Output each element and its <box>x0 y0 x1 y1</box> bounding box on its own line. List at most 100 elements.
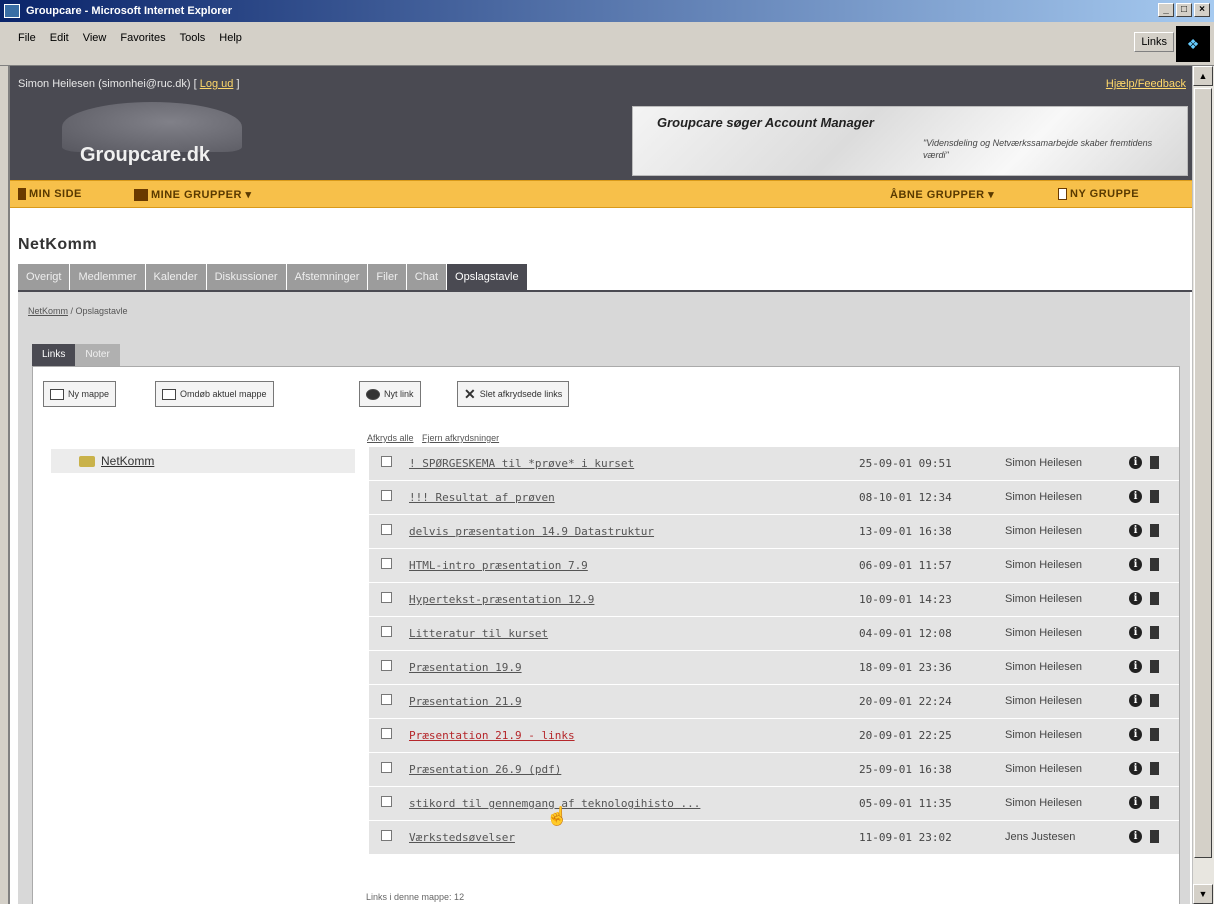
rename-folder-button[interactable]: Omdøb aktuel mappe <box>155 381 274 407</box>
link-title[interactable]: Hypertekst-præsentation 12.9 <box>409 593 594 606</box>
check-all-link[interactable]: Afkryds alle <box>367 433 414 443</box>
trash-icon[interactable] <box>1150 728 1159 741</box>
info-icon[interactable]: i <box>1129 524 1142 537</box>
row-checkbox[interactable] <box>381 558 392 569</box>
vertical-scrollbar[interactable]: ▲ ▼ <box>1192 66 1214 904</box>
link-title[interactable]: delvis præsentation 14.9 Datastruktur <box>409 525 654 538</box>
info-icon[interactable]: i <box>1129 660 1142 673</box>
menu-bar: File Edit View Favorites Tools Help Link… <box>0 22 1214 66</box>
rename-icon <box>162 388 176 400</box>
link-title[interactable]: ! SPØRGESKEMA til *prøve* i kurset <box>409 457 634 470</box>
link-row: Litteratur til kurset 04-09-01 12:08 Simon… <box>369 617 1179 651</box>
link-list: ! SPØRGESKEMA til *prøve* i kurset 25-09-… <box>369 447 1179 855</box>
info-icon[interactable]: i <box>1129 490 1142 503</box>
close-button[interactable]: × <box>1194 3 1210 17</box>
delete-checked-button[interactable]: ✕ Slet afkrydsede links <box>457 381 570 407</box>
menu-help[interactable]: Help <box>219 32 242 44</box>
row-checkbox[interactable] <box>381 456 392 467</box>
trash-icon[interactable] <box>1150 796 1159 809</box>
link-title[interactable]: Præsentation 26.9 (pdf) <box>409 763 561 776</box>
tab-chat[interactable]: Chat <box>406 264 448 290</box>
menu-favorites[interactable]: Favorites <box>120 32 165 44</box>
trash-icon[interactable] <box>1150 762 1159 775</box>
windows-logo-icon: ❖ <box>1176 26 1210 62</box>
trash-icon[interactable] <box>1150 524 1159 537</box>
link-title[interactable]: Litteratur til kurset <box>409 627 548 640</box>
info-icon[interactable]: i <box>1129 694 1142 707</box>
new-folder-button[interactable]: Ny mappe <box>43 381 117 407</box>
row-checkbox[interactable] <box>381 660 392 671</box>
trash-icon[interactable] <box>1150 660 1159 673</box>
nav-my-groups[interactable]: MINE GRUPPER ▾ <box>134 188 252 201</box>
link-title[interactable]: Præsentation 21.9 <box>409 695 522 708</box>
trash-icon[interactable] <box>1150 830 1159 843</box>
link-title[interactable]: Præsentation 21.9 - links <box>409 729 575 742</box>
tab-discussions[interactable]: Diskussioner <box>206 264 287 290</box>
tab-members[interactable]: Medlemmer <box>70 264 146 290</box>
row-checkbox[interactable] <box>381 490 392 501</box>
group-icon <box>134 188 148 201</box>
new-link-button[interactable]: Nyt link <box>359 381 421 407</box>
menu-view[interactable]: View <box>83 32 107 44</box>
folder-link[interactable]: NetKomm <box>101 454 154 468</box>
menu-tools[interactable]: Tools <box>180 32 206 44</box>
nav-open-groups[interactable]: ÅBNE GRUPPER ▾ <box>890 188 994 201</box>
scroll-up-icon[interactable]: ▲ <box>1193 66 1213 86</box>
link-title[interactable]: !!! Resultat af prøven <box>409 491 555 504</box>
banner-title: Groupcare søger Account Manager <box>657 115 874 130</box>
trash-icon[interactable] <box>1150 456 1159 469</box>
info-icon[interactable]: i <box>1129 592 1142 605</box>
trash-icon[interactable] <box>1150 558 1159 571</box>
info-icon[interactable]: i <box>1129 762 1142 775</box>
scroll-down-icon[interactable]: ▼ <box>1193 884 1213 904</box>
link-row: Præsentation 21.9 20-09-01 22:24 Simon Hei… <box>369 685 1179 719</box>
tab-files[interactable]: Filer <box>368 264 407 290</box>
links-toolbar-button[interactable]: Links <box>1134 32 1174 52</box>
minimize-button[interactable]: _ <box>1158 3 1174 17</box>
info-icon[interactable]: i <box>1129 456 1142 469</box>
link-title[interactable]: Værkstedsøvelser <box>409 831 515 844</box>
row-checkbox[interactable] <box>381 728 392 739</box>
info-icon[interactable]: i <box>1129 830 1142 843</box>
menu-edit[interactable]: Edit <box>50 32 69 44</box>
row-checkbox[interactable] <box>381 694 392 705</box>
link-author: Simon Heilesen <box>1005 763 1083 775</box>
nav-new-group[interactable]: NY GRUPPE <box>1058 188 1139 200</box>
ad-banner[interactable]: Groupcare søger Account Manager "Vidensd… <box>632 106 1188 176</box>
help-feedback-link[interactable]: Hjælp/Feedback <box>1106 78 1186 90</box>
site-logo[interactable]: Groupcare.dk <box>62 102 262 178</box>
row-checkbox[interactable] <box>381 524 392 535</box>
folder-tree-item[interactable]: NetKomm <box>51 449 355 473</box>
trash-icon[interactable] <box>1150 490 1159 503</box>
subtab-notes[interactable]: Noter <box>75 344 120 366</box>
info-icon[interactable]: i <box>1129 558 1142 571</box>
clear-checks-link[interactable]: Fjern afkrydsninger <box>422 433 499 443</box>
info-icon[interactable]: i <box>1129 728 1142 741</box>
row-checkbox[interactable] <box>381 762 392 773</box>
tab-bulletin-board[interactable]: Opslagstavle <box>447 264 528 290</box>
info-icon[interactable]: i <box>1129 796 1142 809</box>
subtab-links[interactable]: Links <box>32 344 76 366</box>
trash-icon[interactable] <box>1150 694 1159 707</box>
menu-file[interactable]: File <box>18 32 36 44</box>
row-checkbox[interactable] <box>381 830 392 841</box>
link-title[interactable]: HTML-intro præsentation 7.9 <box>409 559 588 572</box>
tab-polls[interactable]: Afstemninger <box>286 264 369 290</box>
tab-calendar[interactable]: Kalender <box>145 264 207 290</box>
maximize-button[interactable]: □ <box>1176 3 1192 17</box>
row-checkbox[interactable] <box>381 796 392 807</box>
row-checkbox[interactable] <box>381 592 392 603</box>
main-nav: MIN SIDE MINE GRUPPER ▾ ÅBNE GRUPPER ▾ N… <box>10 180 1192 208</box>
scroll-thumb[interactable] <box>1194 88 1212 858</box>
breadcrumb-root[interactable]: NetKomm <box>28 306 68 316</box>
link-author: Simon Heilesen <box>1005 661 1083 673</box>
info-icon[interactable]: i <box>1129 626 1142 639</box>
link-title[interactable]: Præsentation 19.9 <box>409 661 522 674</box>
nav-my-page[interactable]: MIN SIDE <box>18 188 82 200</box>
logout-link[interactable]: Log ud <box>200 78 234 90</box>
link-author: Simon Heilesen <box>1005 593 1083 605</box>
row-checkbox[interactable] <box>381 626 392 637</box>
trash-icon[interactable] <box>1150 626 1159 639</box>
trash-icon[interactable] <box>1150 592 1159 605</box>
tab-overview[interactable]: Overigt <box>18 264 71 290</box>
